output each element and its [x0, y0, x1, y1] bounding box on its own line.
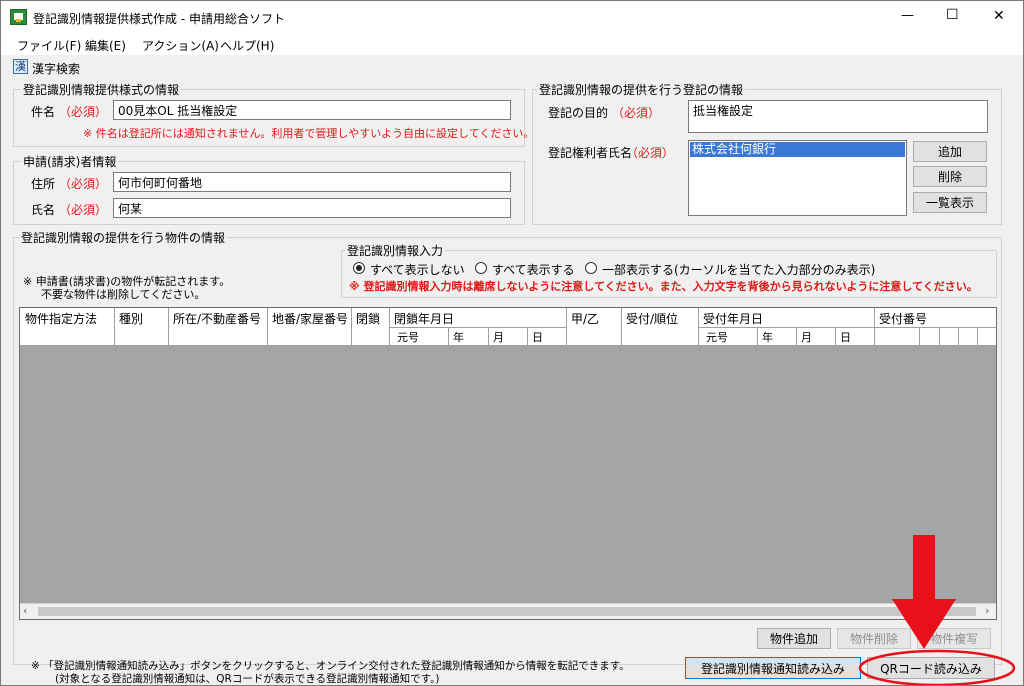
name-required: （必須）: [59, 203, 108, 217]
radio-show-all-label[interactable]: すべて表示する: [492, 261, 575, 278]
identification-input-title: 登記識別情報入力: [345, 242, 446, 259]
property-title: 登記識別情報の提供を行う物件の情報: [19, 229, 228, 246]
app-icon: [10, 9, 27, 25]
col-header-reception-date: 受付年月日: [703, 312, 764, 326]
scroll-thumb[interactable]: [38, 607, 976, 616]
purpose-required: （必須）: [612, 106, 661, 120]
col-header-reception-number: 受付番号: [879, 312, 928, 326]
kanji-search-button[interactable]: 漢 漢字検索: [13, 59, 93, 76]
col-header-lot: 地番/家屋番号: [272, 312, 349, 326]
address-required: （必須）: [59, 177, 108, 191]
col-header-location: 所在/不動産番号: [173, 312, 262, 326]
purpose-input[interactable]: 抵当権設定: [688, 100, 988, 133]
maximize-button[interactable]: ☐: [946, 7, 959, 23]
sub-header-month: 月: [493, 331, 504, 344]
window-title: 登記識別情報提供様式作成 - 申請用総合ソフト: [33, 12, 285, 26]
sub-header-era: 元号: [397, 331, 419, 344]
scroll-left-icon[interactable]: ‹: [23, 604, 27, 617]
table-header: 物件指定方法 種別 所在/不動産番号 地番/家屋番号 閉鎖 閉鎖年月日 甲/乙 …: [20, 308, 996, 346]
menu-edit[interactable]: 編集(E): [85, 37, 126, 54]
address-input[interactable]: 何市何町何番地: [113, 172, 511, 192]
menu-bar: ファイル(F) 編集(E) アクション(A) ヘルプ(H): [1, 33, 1023, 55]
menu-action[interactable]: アクション(A): [142, 37, 219, 54]
purpose-label: 登記の目的: [548, 106, 609, 120]
add-property-button[interactable]: 物件追加: [757, 628, 831, 649]
address-label: 住所: [31, 177, 56, 191]
sub-header-year2: 年: [762, 331, 773, 344]
col-header-closed: 閉鎖: [356, 312, 381, 326]
copy-property-button[interactable]: 物件複写: [917, 628, 991, 649]
title-bar: 登記識別情報提供様式作成 - 申請用総合ソフト — ☐ ✕: [1, 1, 1023, 33]
property-table[interactable]: 物件指定方法 種別 所在/不動産番号 地番/家屋番号 閉鎖 閉鎖年月日 甲/乙 …: [19, 307, 997, 620]
holder-required: （必須）: [626, 146, 675, 160]
registration-title: 登記識別情報の提供を行う登記の情報: [537, 81, 746, 98]
close-button[interactable]: ✕: [993, 8, 1005, 24]
name-input[interactable]: 何某: [113, 198, 511, 218]
delete-property-button[interactable]: 物件削除: [837, 628, 911, 649]
radio-hide-all[interactable]: [353, 262, 365, 274]
holder-label: 登記権利者氏名: [548, 146, 633, 160]
case-name-required: （必須）: [59, 105, 108, 119]
sub-header-month2: 月: [801, 331, 812, 344]
col-header-kou-otsu: 甲/乙: [571, 312, 600, 326]
sub-header-day2: 日: [840, 331, 851, 344]
applicant-title: 申請(請求)者情報: [21, 153, 119, 170]
sub-header-year: 年: [453, 331, 464, 344]
radio-show-all[interactable]: [475, 262, 487, 274]
radio-show-partial[interactable]: [585, 262, 597, 274]
property-note-line2: 不要な物件は削除してください。: [41, 288, 206, 301]
menu-file[interactable]: ファイル(F): [17, 37, 81, 54]
col-header-method: 物件指定方法: [25, 312, 98, 326]
qr-import-button[interactable]: QRコード読み込み: [867, 657, 995, 679]
import-notice-button[interactable]: 登記識別情報通知読み込み: [685, 657, 861, 679]
table-hscrollbar[interactable]: ‹ ›: [20, 603, 996, 619]
form-info-title: 登記識別情報提供様式の情報: [21, 81, 182, 98]
col-header-type: 種別: [119, 312, 144, 326]
case-name-note: ※ 件名は登記所には通知されません。利用者で管理しやすいよう自由に設定してくださ…: [83, 127, 535, 140]
sub-header-era2: 元号: [706, 331, 728, 344]
kanji-icon: 漢: [13, 59, 28, 74]
add-holder-button[interactable]: 追加: [913, 141, 987, 162]
application-window: 登記識別情報提供様式作成 - 申請用総合ソフト — ☐ ✕ ファイル(F) 編集…: [0, 0, 1024, 686]
name-label: 氏名: [31, 203, 56, 217]
minimize-button[interactable]: —: [901, 8, 914, 23]
col-header-reception-rank: 受付/順位: [626, 312, 679, 326]
holder-listbox[interactable]: 株式会社何銀行: [688, 140, 907, 216]
scroll-right-icon[interactable]: ›: [985, 604, 989, 617]
list-display-button[interactable]: 一覧表示: [913, 192, 987, 213]
case-name-input[interactable]: 00見本OL 抵当権設定: [113, 100, 511, 120]
kanji-search-label: 漢字検索: [32, 62, 81, 76]
bottom-note-line2: (対象となる登記識別情報通知は、QRコードが表示できる登記識別情報通知です。): [55, 673, 440, 685]
radio-hide-all-label[interactable]: すべて表示しない: [370, 261, 465, 278]
sub-header-day: 日: [532, 331, 543, 344]
toolbar: 漢 漢字検索: [1, 57, 1023, 77]
delete-holder-button[interactable]: 削除: [913, 166, 987, 187]
menu-help[interactable]: ヘルプ(H): [220, 37, 274, 54]
radio-show-partial-label[interactable]: 一部表示する(カーソルを当てた入力部分のみ表示): [602, 261, 875, 278]
case-name-label: 件名: [31, 105, 56, 119]
identification-warning: ※ 登記識別情報入力時は離席しないように注意してください。また、入力文字を背後か…: [349, 280, 978, 293]
col-header-closed-date: 閉鎖年月日: [394, 312, 455, 326]
holder-list-item[interactable]: 株式会社何銀行: [690, 142, 905, 157]
